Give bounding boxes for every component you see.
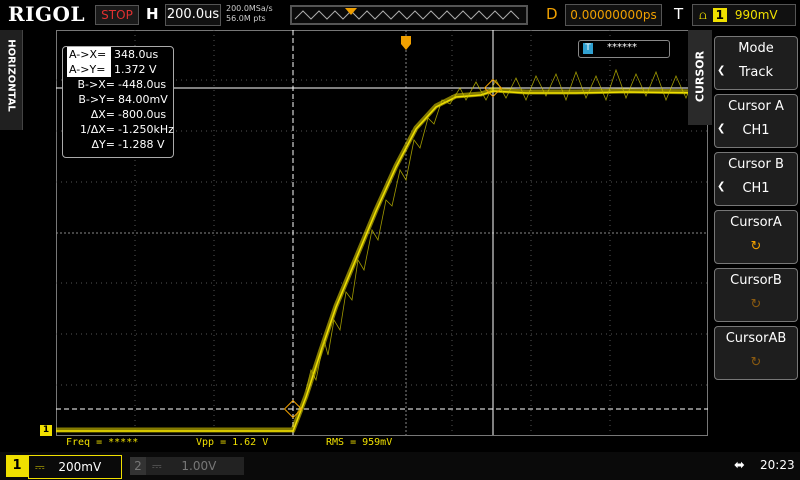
menu-mode-value: Track [738,65,774,80]
trigger-channel-badge: 1 [712,8,727,22]
ax-key: A->X= [67,47,111,62]
freq-measurement: Freq = ***** [66,437,139,448]
rotate-knob-icon: ↻ [750,239,762,254]
cursor-menu-title: CURSOR [693,50,707,103]
dc-coupling-icon: ⎓ [152,459,162,473]
dy-key: ΔY= [91,138,115,151]
bx-value: -448.0us [118,78,167,91]
menu-cursorb-label: CursorB [730,273,782,288]
ay-key: A->Y= [67,62,111,77]
inv-dx-key: 1/ΔX= [80,123,115,136]
trace-icon: T [583,43,593,54]
memory-depth: 56.0M pts [226,14,266,23]
menu-mode-label: Mode [738,41,774,56]
trace-info-badge: T ****** [578,40,670,58]
brand-logo: RIGOL [8,2,86,26]
ch1-scale-value: 200mV [58,460,102,474]
dx-key: ΔX= [90,108,115,121]
menu-cursorab-adjust[interactable]: CursorAB ↻ [714,326,798,380]
trigger-level: 990mV [734,8,778,22]
dy-value: -1.288 V [118,138,165,151]
memory-position-bar[interactable] [290,5,528,25]
bx-key: B->X= [77,78,116,91]
by-value: 84.00mV [118,93,168,106]
vpp-measurement: Vpp = 1.62 V [196,437,269,448]
ch1-number[interactable]: 1 [6,455,28,477]
rotate-knob-icon: ↻ [750,297,762,312]
horizontal-tab-label: HORIZONTAL [5,39,17,112]
dc-coupling-icon: ⎓ [35,460,45,474]
trigger-label: T [674,5,684,23]
dx-value: -800.0us [118,108,167,121]
ay-value: 1.372 V [114,63,157,76]
ch1-ground-marker[interactable]: 1 [40,425,52,436]
menu-cursor-b-label: Cursor B [728,157,784,172]
usb-icon: ⬌ [734,458,745,473]
trigger-edge-icon: ⩍ [699,8,707,22]
trace-text: ****** [607,42,637,53]
system-clock: 20:23 [760,458,795,472]
ch2-scale-value: 1.00V [181,459,217,473]
ch2-scale-setting[interactable]: ⎓ 1.00V [146,457,244,475]
cursor-readout-panel: A->X= 348.0us A->Y= 1.372 V B->X= -448.0us … [62,46,174,158]
memory-waveform-icon [291,6,527,24]
inv-dx-value: -1.250kHz [118,123,174,136]
measurement-bar: Freq = ***** Vpp = 1.62 V RMS = 959mV [56,436,708,450]
menu-cursor-a-label: Cursor A [728,99,784,114]
menu-cursor-a-value: CH1 [742,123,770,138]
menu-cursor-b[interactable]: Cursor B ❮ CH1 [714,152,798,206]
delay-label: D [546,5,558,23]
ch1-scale-setting[interactable]: ⎓ 200mV [28,455,122,479]
run-stop-status[interactable]: STOP [95,5,139,25]
menu-cursora-label: CursorA [730,215,782,230]
ax-value: 348.0us [114,48,159,61]
rms-measurement: RMS = 959mV [326,437,393,448]
ch2-number[interactable]: 2 [130,457,146,475]
menu-cursora-adjust[interactable]: CursorA ↻ [714,210,798,264]
trigger-position-icon [345,8,357,15]
sample-rate: 200.0MSa/s [226,4,273,13]
menu-cursor-a[interactable]: Cursor A ❮ CH1 [714,94,798,148]
menu-cursor-b-value: CH1 [742,181,770,196]
by-key: B->Y= [78,93,115,106]
horizontal-label: H [146,5,159,23]
delay-value[interactable]: 0.00000000ps [565,4,662,26]
trigger-settings[interactable]: ⩍ 1 990mV [692,4,796,26]
menu-mode[interactable]: Mode ❮ Track [714,36,798,90]
menu-cursorb-adjust[interactable]: CursorB ↻ [714,268,798,322]
timebase-value[interactable]: 200.0us [165,4,221,26]
rotate-knob-icon: ↻ [750,355,762,370]
menu-cursorab-label: CursorAB [725,331,787,346]
